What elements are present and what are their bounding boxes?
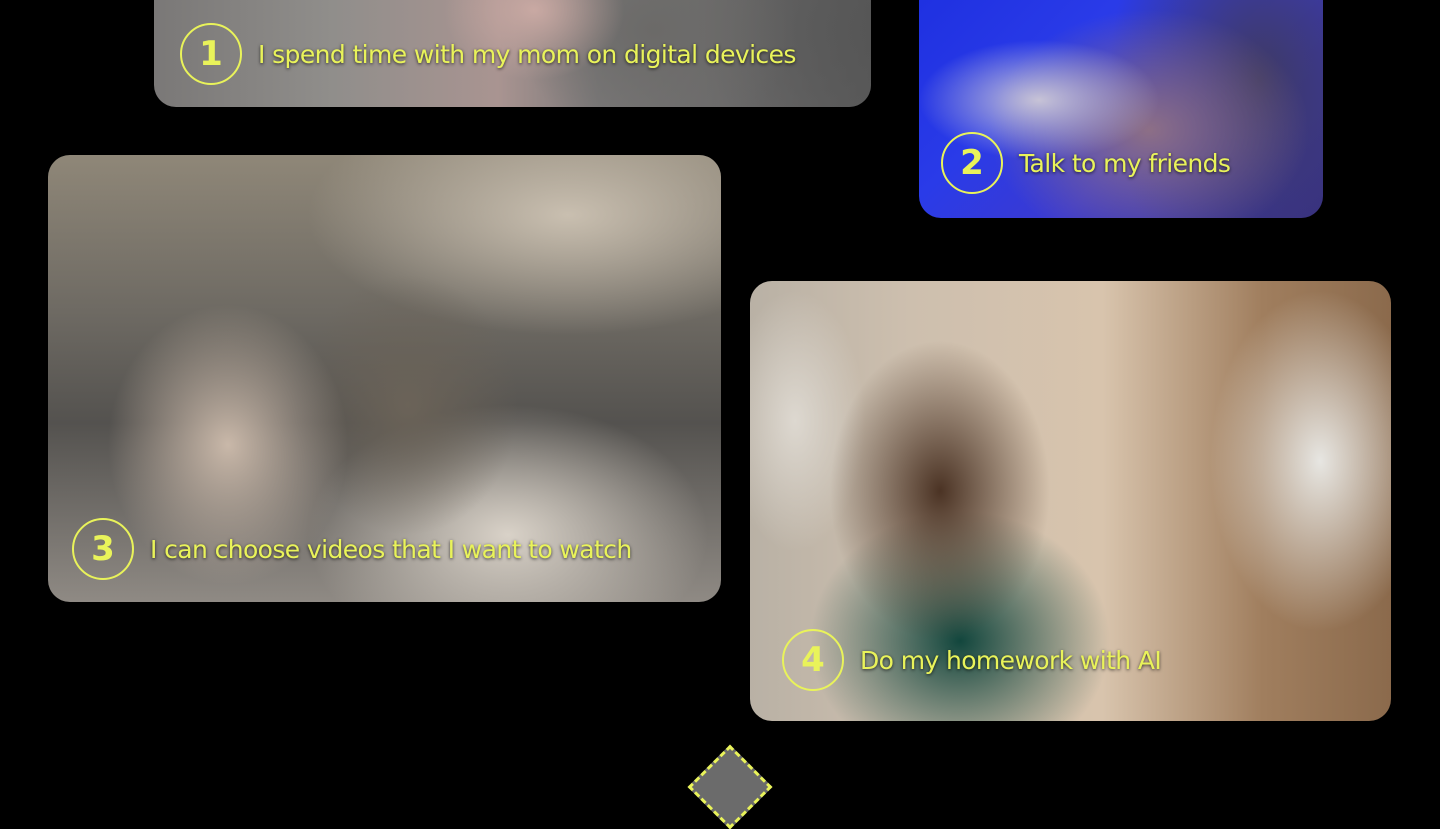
activity-card-choose-videos: 3 I can choose videos that I want to wat… (48, 155, 721, 602)
card-caption: 3 I can choose videos that I want to wat… (72, 518, 632, 580)
activity-card-mom-devices: 1 I spend time with my mom on digital de… (154, 0, 871, 107)
caption-text: I spend time with my mom on digital devi… (258, 39, 796, 69)
activity-card-homework-ai: 4 Do my homework with AI (750, 281, 1391, 721)
number-badge: 1 (180, 23, 242, 85)
card-caption: 2 Talk to my friends (941, 132, 1231, 194)
diamond-marker-fill (687, 744, 773, 829)
caption-text: Talk to my friends (1019, 148, 1231, 178)
number-badge: 3 (72, 518, 134, 580)
diamond-marker-icon (687, 744, 773, 829)
caption-text: Do my homework with AI (860, 645, 1162, 675)
activity-card-talk-friends: 2 Talk to my friends (919, 0, 1323, 218)
number-badge: 2 (941, 132, 1003, 194)
caption-text: I can choose videos that I want to watch (150, 534, 632, 564)
number-badge: 4 (782, 629, 844, 691)
card-caption: 1 I spend time with my mom on digital de… (180, 23, 796, 85)
card-caption: 4 Do my homework with AI (782, 629, 1162, 691)
